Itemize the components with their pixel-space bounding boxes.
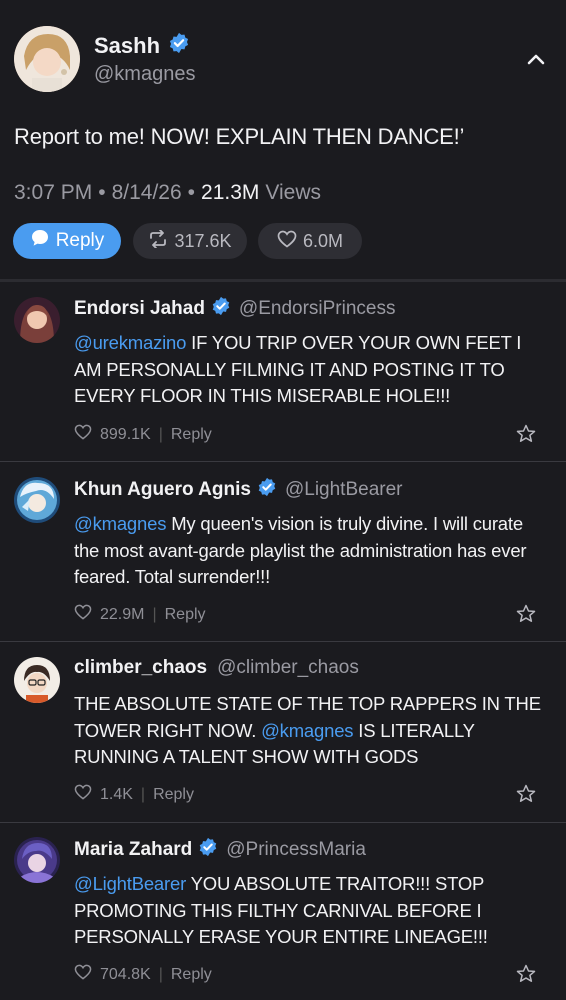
post-time: 3:07 PM [14,181,93,204]
reply-item: Khun Aguero Agnis @LightBearer @kmagnes … [0,477,566,643]
post-meta: 3:07 PM • 8/14/26 • 21.3M Views [14,181,321,205]
reply-like-count: 1.4K [100,785,133,803]
reply-divider [0,641,566,642]
meta-divider: | [152,605,157,623]
reply-author-handle[interactable]: @climber_chaos [217,657,359,679]
heart-icon[interactable] [74,424,92,445]
verified-badge-icon [211,296,231,322]
reply-item: Endorsi Jahad @EndorsiPrincess @urekmazi… [0,296,566,462]
reply-header: Endorsi Jahad @EndorsiPrincess [74,296,396,322]
star-icon[interactable] [516,604,536,628]
reply-actions: 1.4K | Reply [74,784,194,805]
reply-header: Maria Zahard @PrincessMaria [74,837,366,863]
avatar[interactable] [14,837,60,883]
heart-icon[interactable] [74,604,92,625]
repost-count: 317.6K [174,230,232,251]
repost-button[interactable]: 317.6K [133,223,247,259]
verified-badge-icon [257,477,277,503]
meta-divider: | [158,425,163,443]
reply-item: climber_chaos @climber_chaos THE ABSOLUT… [0,657,566,823]
reply-item: Maria Zahard @PrincessMaria @LightBearer… [0,837,566,1000]
thread-divider [0,279,566,282]
views-count: 21.3M [201,181,260,204]
reply-actions: 22.9M | Reply [74,604,206,625]
mention-link[interactable]: @LightBearer [74,873,186,894]
reply-divider [0,822,566,823]
heart-icon [277,230,297,253]
like-button[interactable]: 6.0M [258,223,362,259]
avatar[interactable] [14,657,60,703]
reply-like-count: 22.9M [100,605,145,623]
chevron-up-icon[interactable] [526,50,546,75]
reply-author-handle[interactable]: @PrincessMaria [226,839,366,861]
author-name-row: Sashh [94,32,190,59]
reply-actions: 899.1K | Reply [74,424,212,445]
meta-divider: | [140,785,146,803]
views-label: Views [265,181,322,204]
like-count: 6.0M [302,230,344,251]
mention-link[interactable]: @kmagnes [261,720,353,741]
meta-divider: | [158,965,163,983]
reply-button-label: Reply [55,230,105,251]
reply-author-name[interactable]: climber_chaos [74,657,207,679]
reply-author-name[interactable]: Khun Aguero Agnis [74,479,251,501]
reply-text: THE ABSOLUTE STATE OF THE TOP RAPPERS IN… [74,691,552,771]
reply-text: @LightBearer YOU ABSOLUTE TRAITOR!!! STO… [74,871,552,951]
main-post: Sashh @kmagnes Report to me! NOW! EXPLAI… [0,0,566,280]
mention-link[interactable]: @kmagnes [74,513,166,534]
reply-author-name[interactable]: Maria Zahard [74,839,192,861]
reply-author-handle[interactable]: @LightBearer [285,479,403,501]
reply-like-count: 899.1K [100,425,151,443]
heart-icon[interactable] [74,964,92,985]
reply-link[interactable]: Reply [171,426,212,444]
meta-separator: • [187,181,196,204]
reply-text: @urekmazino IF YOU TRIP OVER YOUR OWN FE… [74,330,552,410]
speech-bubble-icon [30,228,50,254]
reply-actions: 704.8K | Reply [74,964,212,985]
meta-separator: • [98,181,106,204]
reply-divider [0,461,566,462]
verified-badge-icon [168,32,190,59]
reply-header: climber_chaos @climber_chaos [74,657,359,679]
repost-icon [148,228,168,253]
post-date: 8/14/26 [111,181,182,204]
star-icon[interactable] [516,964,536,988]
reply-text: @kmagnes My queen's vision is truly divi… [74,511,552,591]
author-handle[interactable]: @kmagnes [94,63,195,86]
avatar[interactable] [14,297,60,343]
mention-link[interactable]: @urekmazino [74,332,186,353]
reply-link[interactable]: Reply [165,606,206,624]
reply-link[interactable]: Reply [171,966,212,984]
reply-author-name[interactable]: Endorsi Jahad [74,298,205,320]
reply-link[interactable]: Reply [153,786,194,804]
author-avatar[interactable] [14,26,80,92]
reply-header: Khun Aguero Agnis @LightBearer [74,477,403,503]
avatar[interactable] [14,477,60,523]
reply-author-handle[interactable]: @EndorsiPrincess [239,298,396,320]
star-icon[interactable] [516,424,536,448]
reply-like-count: 704.8K [100,965,151,983]
star-icon[interactable] [516,784,536,808]
verified-badge-icon [198,837,218,863]
post-text: Report to me! NOW! EXPLAIN THEN DANCE!’ [14,124,465,149]
heart-icon[interactable] [74,784,92,805]
reply-button[interactable]: Reply [13,223,121,259]
author-name[interactable]: Sashh [94,33,160,59]
